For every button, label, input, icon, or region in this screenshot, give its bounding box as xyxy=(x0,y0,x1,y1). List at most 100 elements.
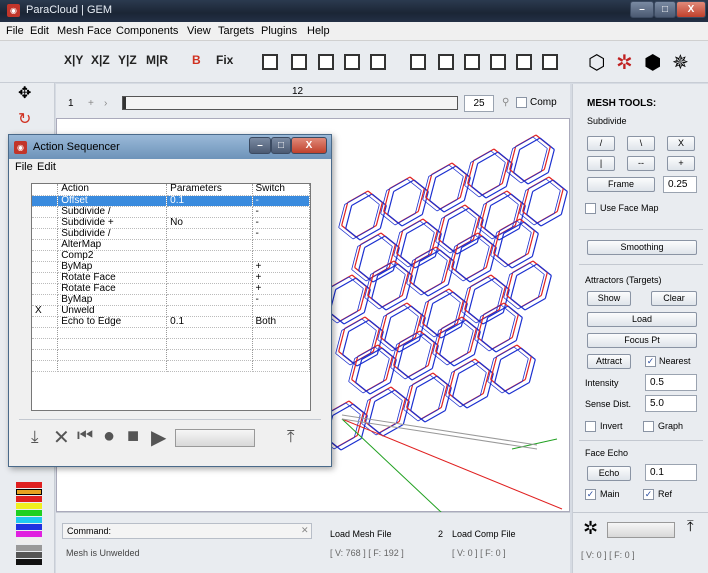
table-row[interactable]: Rotate Face + xyxy=(32,283,310,295)
table-cell[interactable]: - xyxy=(252,217,310,229)
color-swatch-gray[interactable] xyxy=(16,545,42,551)
table-cell[interactable] xyxy=(252,239,310,251)
table-cell[interactable]: - xyxy=(252,195,310,207)
grid-icon[interactable] xyxy=(542,54,558,70)
ref-checkbox[interactable]: ✓ xyxy=(643,489,654,500)
table-cell[interactable] xyxy=(252,305,310,317)
play-icon[interactable]: ▶ xyxy=(151,425,166,450)
menu-face[interactable]: Face xyxy=(87,25,111,37)
diagonal-icon[interactable] xyxy=(344,54,360,70)
table-cell[interactable]: Subdivide / xyxy=(57,206,168,218)
attract-button[interactable]: Attract xyxy=(587,354,631,369)
color-swatch-orange[interactable] xyxy=(16,489,42,495)
table-row[interactable]: Comp2 xyxy=(32,250,310,262)
table-row[interactable]: Subdivide / - xyxy=(32,206,310,218)
table-cell[interactable]: Unweld xyxy=(57,305,168,317)
table-row[interactable]: Offset 0.1- xyxy=(32,195,310,207)
table-cell[interactable] xyxy=(57,349,168,361)
subdivide-backslash-button[interactable]: \ xyxy=(627,136,655,151)
graph-checkbox[interactable] xyxy=(643,421,654,432)
table-cell[interactable] xyxy=(252,250,310,262)
settings-gear-icon[interactable]: ✲ xyxy=(583,518,598,539)
table-row[interactable]: X Unweld xyxy=(32,305,310,317)
table-cell[interactable] xyxy=(57,360,168,372)
table-cell[interactable] xyxy=(166,360,253,372)
menu-edit[interactable]: Edit xyxy=(30,25,49,37)
table-cell[interactable] xyxy=(166,338,253,350)
table-cell[interactable] xyxy=(166,305,253,317)
color-swatch-yellow[interactable] xyxy=(16,503,42,509)
table-cell[interactable] xyxy=(166,261,253,273)
table-cell[interactable] xyxy=(166,250,253,262)
table-row[interactable]: AlterMap xyxy=(32,239,310,251)
table-cell[interactable]: No xyxy=(166,217,253,229)
table-cell[interactable] xyxy=(32,327,59,339)
download-icon[interactable]: ⤓ xyxy=(31,427,39,447)
table-cell[interactable]: - xyxy=(252,206,310,218)
table-cell[interactable] xyxy=(32,349,59,361)
table-cell[interactable] xyxy=(32,283,59,295)
nearest-checkbox[interactable]: ✓ xyxy=(645,356,656,367)
table-row[interactable]: ByMap + xyxy=(32,261,310,273)
table-cell[interactable] xyxy=(166,349,253,361)
table-cell[interactable]: ByMap xyxy=(57,294,168,306)
dialog-close-button[interactable]: X xyxy=(291,137,327,154)
frame-total-field[interactable]: 25 xyxy=(464,95,494,112)
cross-icon[interactable] xyxy=(370,54,386,70)
minimize-button[interactable]: – xyxy=(630,1,654,18)
action-table[interactable]: Action Parameters Switch Offset 0.1- Subdivid… xyxy=(31,183,311,411)
table-cell[interactable] xyxy=(166,327,253,339)
next-frame-icon[interactable]: › xyxy=(104,98,107,109)
delete-icon[interactable]: ✕ xyxy=(53,425,70,450)
table-cell[interactable]: Offset xyxy=(57,195,168,207)
table-cell[interactable] xyxy=(166,239,253,251)
table-cell[interactable] xyxy=(166,228,253,240)
subdivide-slash-button[interactable]: / xyxy=(587,136,615,151)
face-select-icon[interactable] xyxy=(262,54,278,70)
rotate-icon[interactable]: ↻ xyxy=(18,109,31,129)
color-swatch-red[interactable] xyxy=(16,482,42,488)
table-cell[interactable]: - xyxy=(252,228,310,240)
color-swatch-green[interactable] xyxy=(16,510,42,516)
table-cell[interactable]: Subdivide + xyxy=(57,217,168,229)
menu-mesh[interactable]: Mesh xyxy=(57,25,84,37)
cube-icon[interactable]: ⬡ xyxy=(588,50,605,75)
table-cell[interactable]: X xyxy=(32,305,59,317)
subdivide-dash-button[interactable]: -- xyxy=(627,156,655,171)
action-table-grid[interactable]: Action Parameters Switch Offset 0.1- Subdivid… xyxy=(32,184,310,372)
color-swatch-magenta[interactable] xyxy=(16,531,42,537)
focus-pt-button[interactable]: Focus Pt xyxy=(587,333,697,348)
table-row[interactable] xyxy=(32,338,310,350)
color-swatch-red2[interactable] xyxy=(16,496,42,502)
menu-plugins[interactable]: Plugins xyxy=(261,25,297,37)
table-cell[interactable] xyxy=(32,294,59,306)
table-row[interactable]: Echo to Edge 0.1 Both xyxy=(32,316,310,328)
dialog-menu-edit[interactable]: Edit xyxy=(37,161,56,173)
push-icon[interactable] xyxy=(438,54,454,70)
table-cell[interactable]: + xyxy=(252,261,310,273)
prev-frame-icon[interactable]: + xyxy=(88,98,94,109)
table-cell[interactable] xyxy=(32,228,59,240)
view-yz-button[interactable]: Y|Z xyxy=(118,53,137,67)
table-cell[interactable] xyxy=(166,294,253,306)
color-swatch-black[interactable] xyxy=(16,559,42,565)
load-targets-button[interactable]: Load xyxy=(587,312,697,327)
table-cell[interactable] xyxy=(32,272,59,284)
mirror-button[interactable]: M|R xyxy=(146,53,168,67)
inset-icon[interactable] xyxy=(318,54,334,70)
table-cell[interactable]: Echo to Edge xyxy=(57,316,168,328)
table-cell[interactable]: + xyxy=(252,283,310,295)
rewind-icon[interactable]: ⏮ xyxy=(77,425,93,446)
table-row[interactable]: Rotate Face + xyxy=(32,272,310,284)
table-cell[interactable] xyxy=(32,316,59,328)
table-cell[interactable] xyxy=(32,206,59,218)
menu-components[interactable]: Components xyxy=(116,25,178,37)
table-row[interactable] xyxy=(32,360,310,372)
clear-command-icon[interactable]: ✕ xyxy=(301,525,309,536)
table-cell[interactable] xyxy=(166,283,253,295)
table-cell[interactable] xyxy=(32,239,59,251)
view-xy-button[interactable]: X|Y xyxy=(64,53,83,67)
echo-button[interactable]: Echo xyxy=(587,466,631,481)
color-swatch-white[interactable] xyxy=(16,538,42,544)
square-icon[interactable] xyxy=(464,54,480,70)
